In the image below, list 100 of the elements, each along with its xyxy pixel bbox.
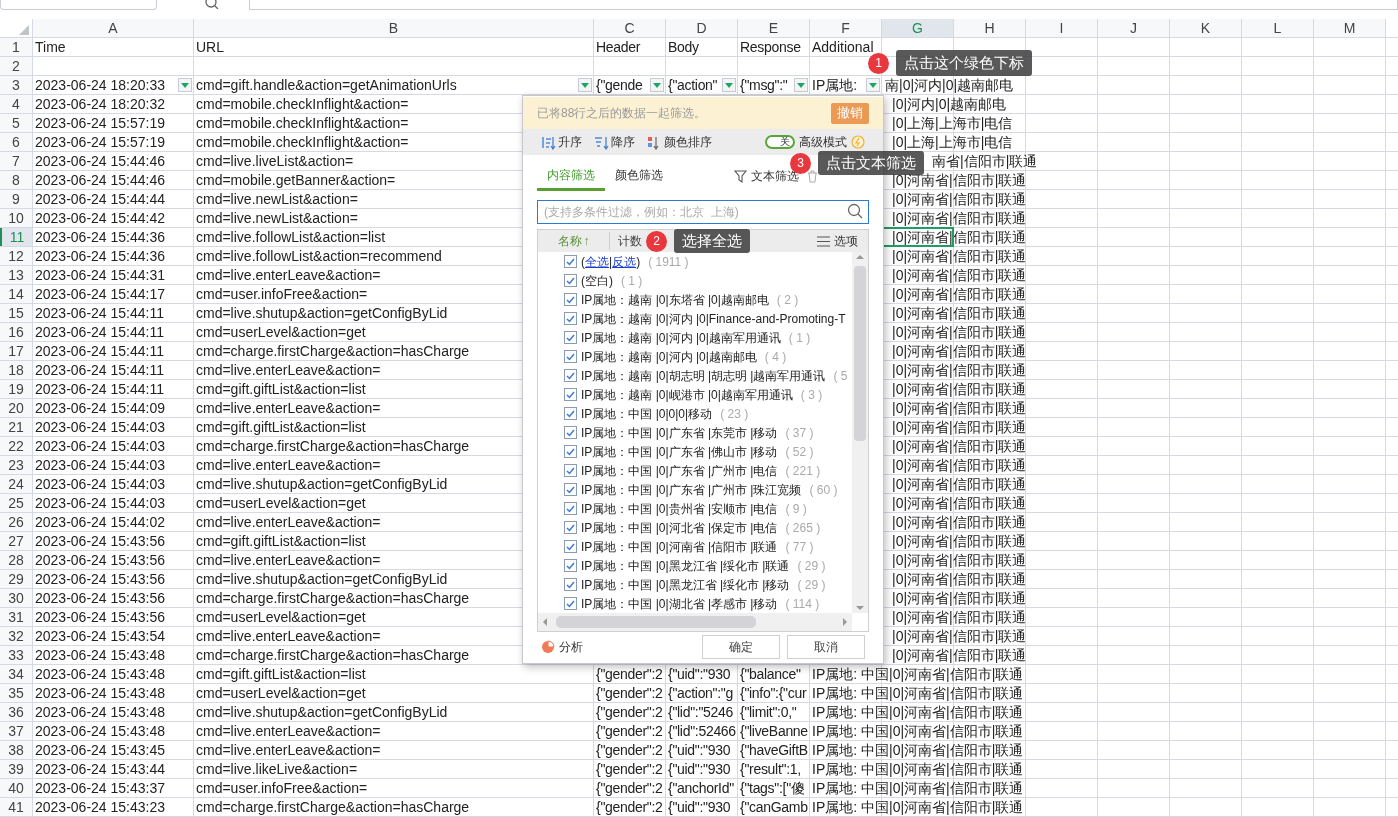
checkbox[interactable] (564, 483, 577, 496)
column-header[interactable]: L (1242, 19, 1313, 37)
vertical-scrollbar[interactable] (852, 252, 868, 613)
row-header[interactable]: 19 (0, 380, 32, 398)
checkbox[interactable] (564, 407, 577, 420)
horizontal-scrollbar[interactable] (538, 613, 852, 631)
sort-button[interactable]: 降序 (594, 133, 635, 151)
row-header[interactable]: 13 (0, 266, 32, 284)
row-header[interactable]: 25 (0, 494, 32, 512)
column-header[interactable]: B (194, 19, 593, 37)
row-header[interactable]: 24 (0, 475, 32, 493)
item-label[interactable]: IP属地：中国 |0|黑龙江省 |绥化市 |联通 (581, 556, 790, 575)
column-header[interactable]: K (1170, 19, 1241, 37)
row-header[interactable]: 36 (0, 703, 32, 721)
filter-dropdown-button[interactable] (866, 78, 880, 92)
column-header[interactable]: M (1314, 19, 1385, 37)
column-header[interactable]: H (954, 19, 1025, 37)
item-label[interactable]: IP属地：中国 |0|广东省 |东莞市 |移动 (581, 423, 778, 442)
filter-dropdown-button[interactable] (578, 78, 592, 92)
row-header[interactable]: 29 (0, 570, 32, 588)
row-header[interactable]: 2 (0, 57, 32, 75)
row-header[interactable]: 26 (0, 513, 32, 531)
column-header[interactable]: C (594, 19, 665, 37)
column-header[interactable]: F (810, 19, 881, 37)
checkbox[interactable] (564, 331, 577, 344)
row-header[interactable]: 31 (0, 608, 32, 626)
sort-button[interactable]: 升序 (541, 133, 582, 151)
item-label[interactable]: IP属地：中国 |0|河南省 |信阳市 |联通 (581, 537, 778, 556)
item-label[interactable]: IP属地：中国 |0|广东省 |佛山市 |移动 (581, 442, 778, 461)
row-header[interactable]: 39 (0, 760, 32, 778)
item-label[interactable]: IP属地：越南 |0|河内 |0|越南邮电 (581, 347, 757, 366)
row-header[interactable]: 40 (0, 779, 32, 797)
checkbox[interactable] (564, 388, 577, 401)
row-header[interactable]: 14 (0, 285, 32, 303)
toggle-switch[interactable]: 关 (765, 135, 795, 149)
checkbox[interactable] (564, 578, 577, 591)
row-header[interactable]: 17 (0, 342, 32, 360)
checkbox[interactable] (564, 369, 577, 382)
row-header[interactable]: 38 (0, 741, 32, 759)
column-header[interactable]: E (738, 19, 809, 37)
item-label[interactable]: IP属地：中国 |0|广东省 |广州市 |电信 (581, 461, 778, 480)
item-label[interactable]: IP属地：越南 |0|胡志明 |胡志明 |越南军用通讯 (581, 366, 826, 385)
options-button[interactable]: 选项 (817, 232, 858, 250)
row-header[interactable]: 32 (0, 627, 32, 645)
row-header[interactable]: 6 (0, 133, 32, 151)
checkbox[interactable] (564, 255, 577, 268)
sort-button[interactable]: 颜色排序 (647, 133, 712, 151)
ok-button[interactable]: 确定 (702, 635, 780, 659)
item-label[interactable]: IP属地：越南 |0|岘港市 |0|越南军用通讯 (581, 385, 793, 404)
row-header[interactable]: 15 (0, 304, 32, 322)
checkbox[interactable] (564, 426, 577, 439)
row-header[interactable]: 18 (0, 361, 32, 379)
row-header[interactable]: 30 (0, 589, 32, 607)
row-header[interactable]: 41 (0, 798, 32, 816)
row-header[interactable]: 7 (0, 152, 32, 170)
cancel-button[interactable]: 取消 (787, 635, 865, 659)
analysis-button[interactable]: 分析 (541, 638, 583, 656)
checkbox[interactable] (564, 502, 577, 515)
tab[interactable]: 颜色筛选 (605, 161, 673, 191)
item-label[interactable]: IP属地：越南 |0|河内 |0|Finance-and-Promoting-T (581, 309, 846, 328)
checkbox[interactable] (564, 464, 577, 477)
row-header[interactable]: 1 (0, 38, 32, 56)
item-label[interactable]: IP属地：越南 |0|河内 |0|越南军用通讯 (581, 328, 781, 347)
column-header[interactable]: A (33, 19, 193, 37)
column-header[interactable]: D (666, 19, 737, 37)
checkbox[interactable] (564, 274, 577, 287)
filter-dropdown-button[interactable] (178, 78, 192, 92)
sort-by-name-header[interactable]: 名称 ↑ (538, 232, 610, 250)
checkbox[interactable] (564, 293, 577, 306)
count-header[interactable]: 计数 (618, 232, 642, 250)
row-header[interactable]: 27 (0, 532, 32, 550)
row-header[interactable]: 10 (0, 209, 32, 227)
row-header[interactable]: 33 (0, 646, 32, 664)
filter-dropdown-button[interactable] (722, 78, 736, 92)
item-label[interactable]: (空白) (581, 271, 613, 290)
invert-selection-link[interactable]: 反选 (612, 252, 637, 271)
search-field[interactable]: (支持多条件过滤，例如：北京 上海) (537, 200, 869, 224)
checkbox[interactable] (564, 312, 577, 325)
checkbox[interactable] (564, 559, 577, 572)
item-label[interactable]: IP属地：中国 |0|黑龙江省 |绥化市 |移动 (581, 575, 790, 594)
row-header[interactable]: 23 (0, 456, 32, 474)
column-header[interactable]: I (1026, 19, 1097, 37)
row-header[interactable]: 3 (0, 76, 32, 94)
checkbox[interactable] (564, 597, 577, 610)
row-header[interactable]: 12 (0, 247, 32, 265)
column-header[interactable]: J (1098, 19, 1169, 37)
checkbox[interactable] (564, 445, 577, 458)
checkbox[interactable] (564, 540, 577, 553)
row-header[interactable]: 5 (0, 114, 32, 132)
row-header[interactable]: 20 (0, 399, 32, 417)
item-label[interactable]: IP属地：中国 |0|广东省 |广州市 |珠江宽频 (581, 480, 802, 499)
row-header[interactable]: 28 (0, 551, 32, 569)
select-all-link[interactable]: 全选 (585, 252, 609, 271)
row-header[interactable]: 22 (0, 437, 32, 455)
tab[interactable]: 内容筛选 (537, 161, 605, 191)
item-label[interactable]: IP属地：中国 |0|0|0|移动 (581, 404, 713, 423)
row-header[interactable]: 35 (0, 684, 32, 702)
item-label[interactable]: IP属地：中国 |0|河北省 |保定市 |电信 (581, 518, 778, 537)
item-label[interactable]: IP属地：中国 |0|湖北省 |孝感市 |移动 (581, 594, 778, 613)
row-header[interactable]: 9 (0, 190, 32, 208)
